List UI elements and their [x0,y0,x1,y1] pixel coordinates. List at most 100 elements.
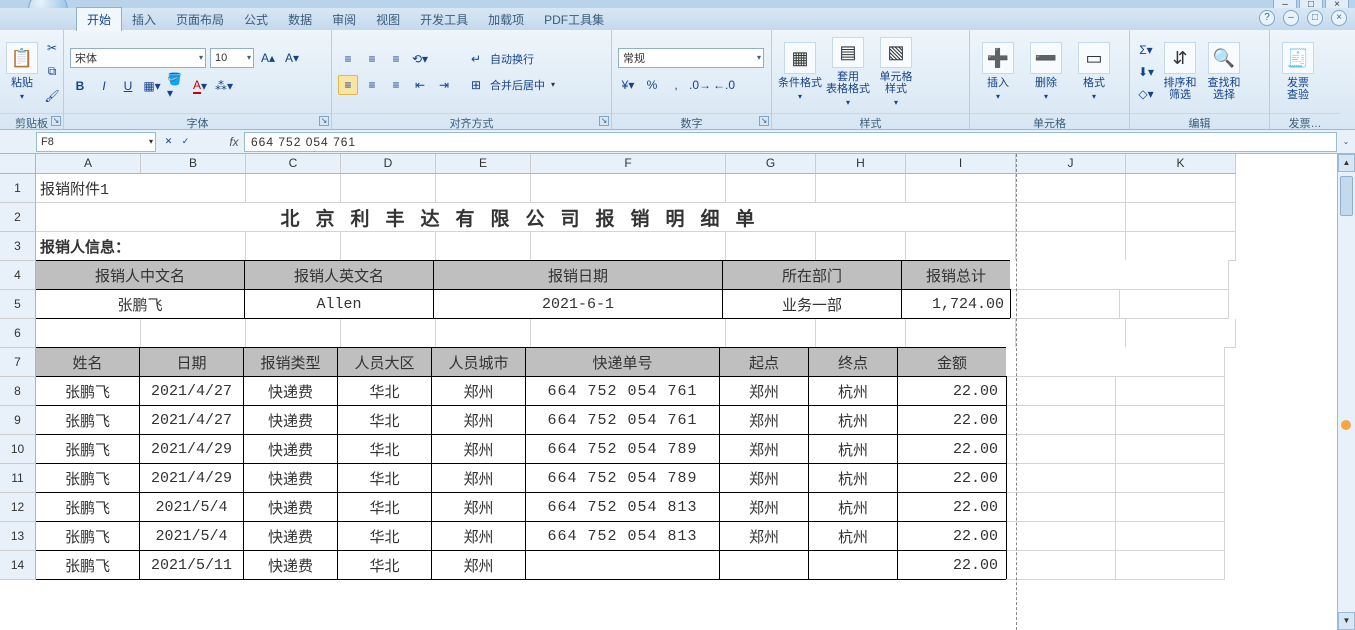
sort-filter-button[interactable]: ⇵排序和 筛选 [1160,37,1200,107]
cell[interactable] [1016,232,1126,261]
window-close-icon[interactable]: × [1331,10,1347,26]
row-header[interactable]: 8 [0,377,36,406]
table-cell[interactable]: 杭州 [808,405,898,435]
table-cell[interactable]: 2021/4/29 [139,434,244,464]
dialog-launcher-icon[interactable]: ↘ [51,116,61,126]
info-cell[interactable]: Allen [244,289,434,319]
row-header[interactable]: 12 [0,493,36,522]
font-face-select[interactable]: 宋体▾ [70,48,206,68]
info-cell[interactable]: 1,724.00 [901,289,1011,319]
table-cell[interactable]: 2021/4/27 [139,405,244,435]
table-cell[interactable]: 郑州 [719,405,809,435]
cell[interactable] [1016,203,1126,232]
bold-button[interactable]: B [70,76,90,96]
percent-icon[interactable]: % [642,75,662,95]
table-cell[interactable]: 664 752 054 761 [525,405,720,435]
table-cell[interactable]: 郑州 [431,492,526,522]
tab-视图[interactable]: 视图 [366,8,410,31]
table-cell[interactable]: 杭州 [808,492,898,522]
table-cell[interactable]: 664 752 054 813 [525,492,720,522]
table-cell[interactable]: 快递费 [243,492,338,522]
cell[interactable] [1126,203,1236,232]
table-cell[interactable] [719,550,809,580]
table-cell[interactable]: 张鹏飞 [36,550,140,580]
cell[interactable] [531,232,726,261]
header-cell[interactable]: 所在部门 [722,260,902,290]
row-header[interactable]: 1 [0,174,36,203]
font-color-button[interactable]: A▾ [190,76,210,96]
table-cell[interactable]: 张鹏飞 [36,521,140,551]
table-header-cell[interactable]: 金额 [897,347,1007,377]
help-icon[interactable]: ? [1259,10,1275,26]
select-all-corner[interactable] [0,154,36,174]
info-cell[interactable]: 业务一部 [722,289,902,319]
table-cell[interactable]: 张鹏飞 [36,434,140,464]
table-cell[interactable]: 22.00 [897,521,1007,551]
column-header[interactable]: D [341,154,436,174]
tab-数据[interactable]: 数据 [278,8,322,31]
row-header[interactable]: 9 [0,406,36,435]
format-painter-icon[interactable]: 🖌 [42,86,62,106]
cell[interactable] [436,319,531,348]
table-cell[interactable]: 杭州 [808,521,898,551]
border-button[interactable]: ▦▾ [142,76,162,96]
table-cell[interactable] [525,550,720,580]
row-header[interactable]: 13 [0,522,36,551]
cell[interactable] [341,319,436,348]
name-box[interactable]: F8▾ [36,132,156,152]
row-header[interactable]: 10 [0,435,36,464]
wrap-text-icon[interactable]: ↵ [466,49,486,69]
merge-cells-icon[interactable]: ⊞ [466,75,486,95]
table-cell[interactable]: 664 752 054 789 [525,463,720,493]
cell[interactable] [1126,174,1236,203]
table-cell[interactable]: 快递费 [243,521,338,551]
column-header[interactable]: H [816,154,906,174]
cell[interactable] [246,174,341,203]
paste-button[interactable]: 📋 粘贴 ▾ [6,37,38,107]
table-cell[interactable]: 杭州 [808,376,898,406]
column-header[interactable]: A [36,154,141,174]
row-header[interactable]: 6 [0,319,36,348]
tab-审阅[interactable]: 审阅 [322,8,366,31]
fill-color-button[interactable]: 🪣▾ [166,76,186,96]
cell[interactable] [436,232,531,261]
grow-font-icon[interactable]: A▴ [258,48,278,68]
increase-decimal-icon[interactable]: .0→ [690,75,710,95]
table-cell[interactable]: 2021/5/4 [139,521,244,551]
font-size-select[interactable]: 10▾ [210,48,254,68]
table-cell[interactable]: 郑州 [431,434,526,464]
cell-company-title[interactable]: 北京利丰达有限公司报销明细单 [36,203,1016,232]
row-header[interactable]: 3 [0,232,36,261]
insert-cells-button[interactable]: ➕插入▾ [976,37,1020,107]
tab-开始[interactable]: 开始 [76,7,122,31]
align-right-icon[interactable]: ≡ [386,75,406,95]
cancel-edit-icon[interactable]: ✕ [162,135,175,149]
window-restore-icon[interactable]: □ [1307,10,1323,26]
table-cell[interactable]: 22.00 [897,405,1007,435]
table-header-cell[interactable]: 人员大区 [337,347,432,377]
table-cell[interactable]: 郑州 [719,376,809,406]
cell[interactable] [726,174,816,203]
table-cell[interactable]: 郑州 [431,550,526,580]
table-header-cell[interactable]: 报销类型 [243,347,338,377]
table-cell[interactable]: 快递费 [243,550,338,580]
cell[interactable] [436,174,531,203]
cell[interactable] [1016,174,1126,203]
cell-section-label[interactable]: 报销人信息： [36,232,246,261]
table-cell[interactable]: 杭州 [808,434,898,464]
table-cell[interactable]: 张鹏飞 [36,492,140,522]
indent-increase-icon[interactable]: ⇥ [434,75,454,95]
fx-icon[interactable]: fx [224,135,244,149]
cell[interactable] [816,319,906,348]
column-header[interactable]: B [141,154,246,174]
dialog-launcher-icon[interactable]: ↘ [599,116,609,126]
clear-icon[interactable]: ◇▾ [1136,84,1156,104]
table-cell[interactable]: 张鹏飞 [36,405,140,435]
table-cell[interactable]: 快递费 [243,463,338,493]
table-cell[interactable]: 2021/5/4 [139,492,244,522]
cell[interactable] [1126,319,1236,348]
italic-button[interactable]: I [94,76,114,96]
cell[interactable] [246,319,341,348]
header-cell[interactable]: 报销人中文名 [36,260,245,290]
tab-页面布局[interactable]: 页面布局 [166,8,234,31]
